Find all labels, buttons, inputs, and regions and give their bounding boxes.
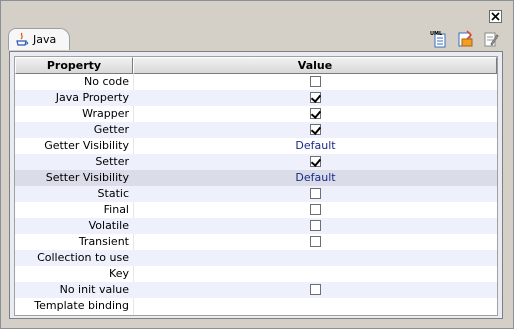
checkbox-unchecked[interactable] (310, 220, 321, 231)
property-name: Java Property (55, 91, 129, 104)
checkbox-checked[interactable] (310, 108, 321, 119)
property-value[interactable] (134, 266, 497, 282)
checkbox-unchecked[interactable] (310, 188, 321, 199)
tab-label: Java (33, 33, 57, 46)
tab-java[interactable]: Java (8, 28, 70, 50)
table-row[interactable]: No code (15, 74, 497, 90)
checkbox-unchecked[interactable] (310, 284, 321, 295)
property-value[interactable] (134, 106, 497, 122)
property-name: Template binding (34, 299, 129, 312)
export-icon[interactable] (456, 30, 474, 48)
edit-document-icon[interactable] (482, 30, 500, 48)
tab-strip: Java UML (4, 25, 510, 51)
checkbox-checked[interactable] (310, 156, 321, 167)
tab-content: Property Value No code Java Property Wrapp… (9, 51, 503, 319)
close-button[interactable] (489, 10, 502, 23)
table-row[interactable]: Transient (15, 234, 497, 250)
title-bar (1, 1, 513, 25)
property-name: No init value (59, 283, 129, 296)
property-name: Volatile (88, 219, 129, 232)
property-value[interactable] (134, 282, 497, 298)
property-value[interactable]: Default (134, 138, 497, 154)
close-icon (491, 12, 500, 21)
property-name: Getter (93, 123, 129, 136)
uml-document-icon[interactable]: UML (430, 30, 448, 48)
property-value[interactable] (134, 234, 497, 250)
property-table: Property Value No code Java Property Wrapp… (14, 56, 498, 316)
property-name: Setter Visibility (45, 171, 129, 184)
property-value[interactable] (134, 122, 497, 138)
checkbox-unchecked[interactable] (310, 204, 321, 215)
properties-window: Java UML Property Value No code Java Pro… (0, 0, 514, 329)
property-value[interactable] (134, 298, 497, 314)
table-row[interactable]: No init value (15, 282, 497, 298)
property-value[interactable] (134, 90, 497, 106)
property-value[interactable] (134, 218, 497, 234)
table-row[interactable]: Setter (15, 154, 497, 170)
property-value[interactable] (134, 74, 497, 90)
value-text: Default (295, 139, 336, 152)
table-row[interactable]: Template binding (15, 298, 497, 314)
table-row[interactable]: Getter (15, 122, 497, 138)
column-header-value[interactable]: Value (133, 57, 497, 74)
property-value[interactable] (134, 154, 497, 170)
property-name: Transient (78, 235, 129, 248)
table-row[interactable]: Getter Visibility Default (15, 138, 497, 154)
table-row[interactable]: Static (15, 186, 497, 202)
table-row[interactable]: Key (15, 266, 497, 282)
property-name: Getter Visibility (44, 139, 129, 152)
table-row[interactable]: Java Property (15, 90, 497, 106)
value-text: Default (295, 171, 336, 184)
property-value[interactable]: Default (134, 170, 497, 186)
java-icon (16, 32, 29, 46)
property-name: Final (103, 203, 129, 216)
checkbox-unchecked[interactable] (310, 76, 321, 87)
property-name: Wrapper (82, 107, 129, 120)
table-row[interactable]: Collection to use (15, 250, 497, 266)
table-row[interactable]: Final (15, 202, 497, 218)
svg-text:UML: UML (430, 31, 443, 37)
property-value[interactable] (134, 186, 497, 202)
property-name: Collection to use (37, 251, 129, 264)
property-name: No code (84, 75, 129, 88)
column-header-property[interactable]: Property (15, 57, 133, 74)
table-row[interactable]: Volatile (15, 218, 497, 234)
checkbox-unchecked[interactable] (310, 236, 321, 247)
property-value[interactable] (134, 250, 497, 266)
checkbox-checked[interactable] (310, 124, 321, 135)
property-name: Setter (95, 155, 129, 168)
property-value[interactable] (134, 202, 497, 218)
table-row[interactable]: Wrapper (15, 106, 497, 122)
table-row[interactable]: Setter Visibility Default (15, 170, 497, 186)
table-header: Property Value (15, 57, 497, 74)
checkbox-checked[interactable] (310, 92, 321, 103)
property-name: Static (97, 187, 129, 200)
property-name: Key (109, 267, 129, 280)
